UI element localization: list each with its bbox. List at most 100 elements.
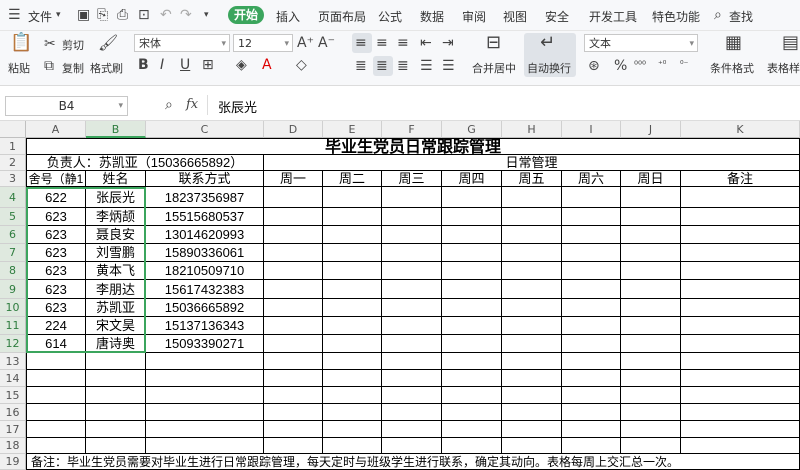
empty-cell[interactable] [562,226,621,244]
column-header-j[interactable]: J [621,121,681,138]
header-cell-f[interactable]: 周三 [382,171,442,187]
column-header-a[interactable]: A [26,121,86,138]
row-header-6[interactable]: 6 [0,226,26,244]
phone-cell[interactable]: 15890336061 [146,244,264,262]
empty-cell[interactable] [382,335,442,353]
empty-cell[interactable] [621,421,681,438]
empty-cell[interactable] [621,226,681,244]
responsible-cell[interactable]: 负责人：苏凯亚（15036665892） [26,155,264,171]
empty-cell[interactable] [86,387,146,404]
empty-cell[interactable] [264,262,323,280]
column-header-d[interactable]: D [264,121,323,138]
row-header-19[interactable]: 19 [0,454,26,470]
tab-developer[interactable]: 开发工具 [589,8,637,25]
tab-insert[interactable]: 插入 [276,8,300,25]
empty-cell[interactable] [621,370,681,387]
row-header-14[interactable]: 14 [0,370,26,387]
empty-cell[interactable] [502,280,562,299]
row-header-1[interactable]: 1 [0,138,26,155]
header-cell-j[interactable]: 周日 [621,171,681,187]
phone-cell[interactable]: 15093390271 [146,335,264,353]
empty-cell[interactable] [502,438,562,454]
increase-decimal-icon[interactable]: ⁺⁰ [658,57,666,73]
empty-cell[interactable] [681,208,800,226]
italic-icon[interactable]: I [160,57,164,73]
empty-cell[interactable] [323,244,382,262]
empty-cell[interactable] [562,280,621,299]
indent-left-icon[interactable]: ⇤ [420,35,432,51]
header-cell-c[interactable]: 联系方式 [146,171,264,187]
empty-cell[interactable] [442,317,502,335]
empty-cell[interactable] [146,404,264,421]
row-header-4[interactable]: 4 [0,187,26,208]
tab-view[interactable]: 视图 [503,8,527,25]
empty-cell[interactable] [86,404,146,421]
column-header-e[interactable]: E [323,121,382,138]
empty-cell[interactable] [382,438,442,454]
empty-cell[interactable] [146,387,264,404]
row-header-9[interactable]: 9 [0,280,26,299]
empty-cell[interactable] [382,317,442,335]
header-cell-a[interactable]: 舍号（静1 [26,171,86,187]
zoom-icon[interactable]: ⌕ [165,97,173,113]
currency-icon[interactable]: ⊛ [588,58,600,74]
paste-label[interactable]: 粘贴 [8,60,30,76]
empty-cell[interactable] [146,421,264,438]
empty-cell[interactable] [264,438,323,454]
empty-cell[interactable] [26,353,86,370]
empty-cell[interactable] [26,438,86,454]
empty-cell[interactable] [26,404,86,421]
empty-cell[interactable] [264,335,323,353]
quick-access-more-icon[interactable]: ▾ [204,7,209,23]
empty-cell[interactable] [681,404,800,421]
wrap-text-icon[interactable]: ↵ [540,34,555,52]
empty-cell[interactable] [562,387,621,404]
justify-icon[interactable]: ☰ [420,58,433,74]
dorm-cell[interactable]: 623 [26,262,86,280]
dorm-cell[interactable]: 623 [26,280,86,299]
export-icon[interactable]: ⎘ [97,7,108,23]
row-header-17[interactable]: 17 [0,421,26,438]
decrease-decimal-icon[interactable]: ⁰⁻ [680,57,688,73]
name-box[interactable]: B4 ▾ [5,96,128,116]
empty-cell[interactable] [382,370,442,387]
align-top-icon[interactable]: ≡ [355,35,367,51]
empty-cell[interactable] [382,244,442,262]
empty-cell[interactable] [442,353,502,370]
row-header-15[interactable]: 15 [0,387,26,404]
empty-cell[interactable] [502,335,562,353]
empty-cell[interactable] [382,226,442,244]
empty-cell[interactable] [562,438,621,454]
empty-cell[interactable] [621,280,681,299]
empty-cell[interactable] [442,421,502,438]
name-cell[interactable]: 聂良安 [86,226,146,244]
tab-formula[interactable]: 公式 [378,8,402,25]
name-cell[interactable]: 唐诗奥 [86,335,146,353]
print-icon[interactable]: ⎙ [117,7,128,23]
empty-cell[interactable] [323,187,382,208]
empty-cell[interactable] [562,187,621,208]
empty-cell[interactable] [681,226,800,244]
empty-cell[interactable] [26,370,86,387]
empty-cell[interactable] [621,244,681,262]
tab-review[interactable]: 审阅 [462,8,486,25]
empty-cell[interactable] [146,353,264,370]
align-left-icon[interactable]: ≣ [355,58,367,74]
file-menu[interactable]: 文件 [28,8,52,25]
header-cell-h[interactable]: 周五 [502,171,562,187]
header-cell-i[interactable]: 周六 [562,171,621,187]
header-cell-e[interactable]: 周二 [323,171,382,187]
copy-button[interactable]: 复制 [62,60,84,76]
note-cell[interactable]: 备注：毕业生党员需要对毕业生进行日常跟踪管理，每天定时与班级学生进行联系，确定其… [26,454,800,470]
empty-cell[interactable] [264,421,323,438]
header-cell-d[interactable]: 周一 [264,171,323,187]
empty-cell[interactable] [681,353,800,370]
phone-cell[interactable]: 18237356987 [146,187,264,208]
empty-cell[interactable] [562,353,621,370]
empty-cell[interactable] [86,353,146,370]
empty-cell[interactable] [621,317,681,335]
row-header-5[interactable]: 5 [0,208,26,226]
empty-cell[interactable] [382,353,442,370]
phone-cell[interactable]: 15617432383 [146,280,264,299]
tab-special[interactable]: 特色功能 [652,8,700,25]
